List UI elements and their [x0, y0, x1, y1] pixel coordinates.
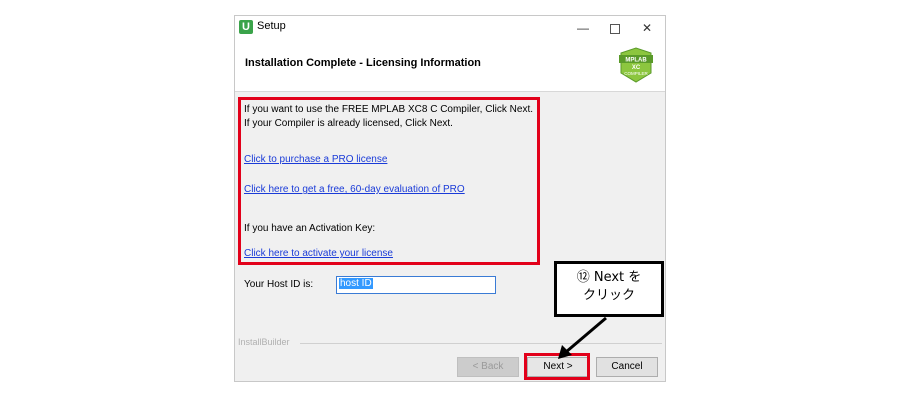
logo-line1: MPLAB	[625, 58, 647, 64]
host-id-field[interactable]: host ID	[336, 276, 496, 294]
maximize-icon	[610, 23, 620, 34]
cancel-button[interactable]: Cancel	[596, 357, 658, 377]
minimize-button[interactable]: —	[567, 16, 599, 40]
callout-line2: クリック	[582, 288, 635, 303]
callout-line1: ⑫ Next を	[576, 270, 642, 285]
app-icon: U	[239, 20, 253, 34]
host-id-value: host ID	[339, 278, 373, 289]
page-title: Installation Complete - Licensing Inform…	[245, 57, 481, 69]
installbuilder-label: InstallBuilder	[238, 337, 290, 347]
next-button-highlight	[524, 353, 590, 380]
window-title: Setup	[257, 20, 286, 32]
logo-line3: COMPILER	[624, 71, 648, 76]
back-button[interactable]: < Back	[457, 357, 519, 377]
host-id-label: Your Host ID is:	[244, 279, 314, 290]
close-button[interactable]: ✕	[631, 16, 663, 40]
footer-divider	[300, 343, 662, 344]
wizard-header: Installation Complete - Licensing Inform…	[235, 40, 665, 92]
maximize-button[interactable]	[599, 16, 631, 40]
license-info-highlight	[238, 97, 540, 265]
title-bar: U Setup — ✕	[235, 16, 665, 40]
instruction-callout: ⑫ Next を クリック	[554, 261, 664, 317]
mplab-xc-logo: MPLAB XC COMPILER	[619, 47, 653, 83]
